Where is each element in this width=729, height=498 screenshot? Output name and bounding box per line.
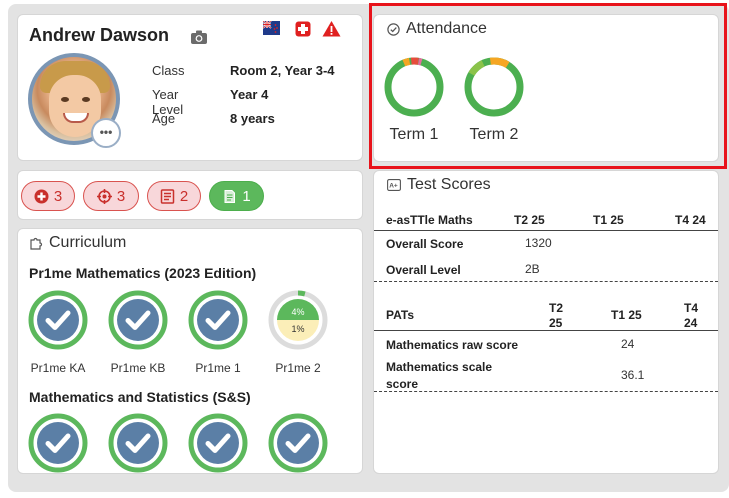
test-scores-card: A+ Test Scores e-asTTle Maths T2 25 T1 2… [373, 170, 719, 474]
easttle-title: e-asTTle Maths [386, 213, 473, 227]
divider [374, 330, 718, 331]
info-label: Class [152, 63, 185, 78]
medical-badge[interactable]: 3 [21, 181, 75, 211]
row-label: Mathematics scale [386, 360, 493, 374]
completed-course-ring[interactable] [28, 290, 88, 350]
badges-card: 3 3 2 1 [17, 170, 363, 220]
curriculum-header: Curriculum [29, 234, 126, 252]
section-title: Mathematics and Statistics (S&S) [29, 389, 251, 405]
alert-triangle-icon[interactable] [322, 20, 341, 37]
note-icon [224, 189, 236, 203]
column-header: 24 [684, 316, 698, 330]
info-value: Year 4 [230, 87, 269, 102]
medical-plus-icon [34, 189, 49, 203]
target-icon [96, 188, 112, 204]
goals-badge[interactable]: 3 [83, 181, 139, 211]
completed-course-ring[interactable] [108, 413, 168, 473]
badge-count: 3 [116, 187, 126, 205]
column-header: T1 25 [611, 308, 642, 322]
progress-complete-label: 4% [291, 307, 304, 317]
progress-partial-label: 1% [291, 324, 304, 334]
section-title: Pr1me Mathematics (2023 Edition) [29, 265, 257, 281]
column-header: T2 25 [514, 213, 545, 227]
completed-course-ring[interactable] [188, 413, 248, 473]
student-name: Andrew Dawson [29, 25, 170, 45]
student-profile-card: Andrew Dawson ••• Class Room 2, Year 3-4… [17, 14, 363, 161]
course-label: Pr1me 1 [195, 361, 241, 375]
info-label: Age [152, 111, 176, 126]
info-value: Room 2, Year 3-4 [230, 63, 335, 78]
info-value: 8 years [230, 111, 275, 126]
score-value: 1320 [525, 236, 552, 250]
column-header: 25 [549, 316, 563, 330]
divider [374, 230, 718, 231]
column-header: T2 [549, 301, 564, 315]
more-options-button[interactable]: ••• [91, 118, 121, 148]
test-scores-title: Test Scores [407, 176, 491, 193]
camera-icon[interactable] [190, 29, 208, 45]
badge-count: 2 [179, 187, 189, 205]
medical-cross-icon[interactable] [295, 21, 311, 37]
curriculum-card: Curriculum Pr1me Mathematics (2023 Editi… [17, 228, 363, 474]
puzzle-icon [30, 237, 43, 250]
level-value: 2B [525, 262, 540, 276]
scale-score-value: 36.1 [621, 368, 645, 382]
column-header: T4 24 [675, 213, 706, 227]
notes-badge[interactable]: 1 [209, 181, 264, 211]
completed-course-ring[interactable] [268, 413, 328, 473]
curriculum-title: Curriculum [49, 234, 127, 251]
completed-course-ring[interactable] [188, 290, 248, 350]
divider [374, 391, 718, 392]
column-header: T4 [684, 301, 699, 315]
documents-badge[interactable]: 2 [147, 181, 201, 211]
completed-course-ring[interactable] [108, 290, 168, 350]
completed-course-ring[interactable] [28, 413, 88, 473]
row-label: score [386, 377, 419, 391]
course-label: Pr1me KB [110, 361, 166, 375]
grade-icon: A+ [387, 179, 401, 191]
course-label: Pr1me KA [30, 361, 86, 375]
raw-score-value: 24 [621, 337, 635, 351]
row-label: Overall Score [386, 237, 464, 251]
row-label: Overall Level [386, 263, 461, 277]
badge-count: 1 [242, 187, 251, 205]
divider [374, 281, 718, 282]
in-progress-course-ring[interactable]: 4% 1% [268, 290, 328, 350]
course-label: Pr1me 2 [275, 361, 321, 375]
badge-count: 3 [53, 187, 63, 205]
test-scores-header: A+ Test Scores [387, 176, 491, 194]
column-header: T1 25 [593, 213, 624, 227]
svg-text:A+: A+ [389, 183, 398, 190]
document-icon [160, 188, 175, 204]
attendance-highlight-box [369, 3, 727, 169]
nz-flag-icon [263, 21, 280, 35]
row-label: Mathematics raw score [386, 338, 519, 352]
pats-title: PATs [386, 308, 415, 322]
